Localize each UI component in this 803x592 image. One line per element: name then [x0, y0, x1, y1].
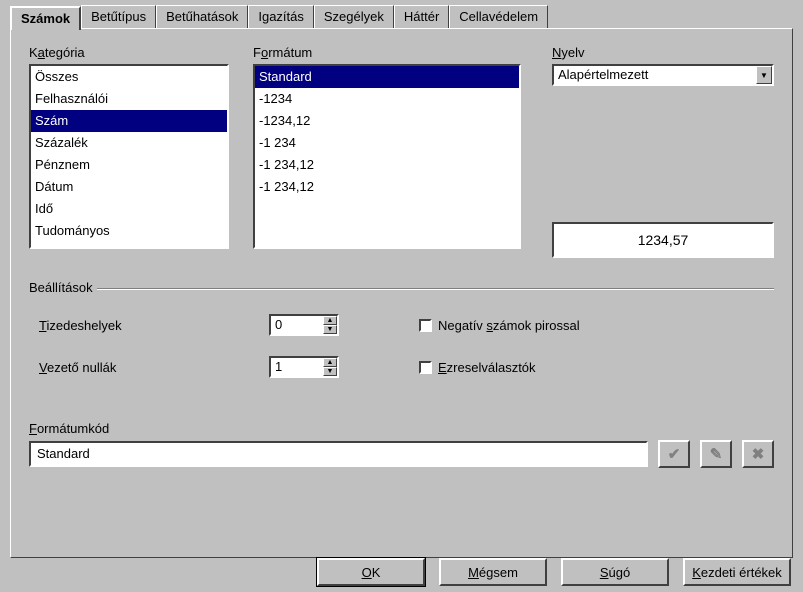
spin-down-icon[interactable]: ▼ [323, 367, 337, 376]
thousands-sep-checkbox[interactable]: Ezreselválasztók [419, 360, 536, 375]
note-icon: ✎ [710, 445, 723, 463]
tab-label: Betűtípus [91, 9, 146, 24]
language-label: Nyelv [552, 45, 774, 60]
options-fieldset: Beállítások Tizedeshelyek 0 ▲ ▼ [29, 280, 774, 403]
cancel-button[interactable]: Mégsem [439, 558, 547, 586]
tab-font-effects[interactable]: Betűhatások [156, 5, 248, 29]
tab-alignment[interactable]: Igazítás [248, 5, 314, 29]
tab-protection[interactable]: Cellavédelem [449, 5, 548, 29]
leading-zeros-value: 1 [271, 358, 323, 376]
list-item[interactable]: Százalék [31, 132, 227, 154]
language-combo[interactable]: Alapértelmezett ▼ [552, 64, 774, 86]
language-column: Nyelv Alapértelmezett ▼ 1234,57 [552, 45, 774, 258]
format-column: Formátum Standard-1234-1234,12-1 234-1 2… [253, 45, 521, 258]
spin-down-icon[interactable]: ▼ [323, 325, 337, 334]
tab-background[interactable]: Háttér [394, 5, 449, 29]
list-item[interactable]: Felhasználói [31, 88, 227, 110]
top-row: Kategória ÖsszesFelhasználóiSzámSzázalék… [29, 45, 774, 258]
category-label: Kategória [29, 45, 229, 60]
tab-numbers[interactable]: Számok [10, 6, 81, 30]
format-code-input[interactable]: Standard [29, 441, 648, 467]
checkbox-icon [419, 361, 432, 374]
tab-panel-numbers: Kategória ÖsszesFelhasználóiSzámSzázalék… [10, 28, 793, 558]
tab-label: Igazítás [258, 9, 304, 24]
decimals-label: Tizedeshelyek [39, 318, 269, 333]
ok-button[interactable]: OK [317, 558, 425, 586]
cell-format-dialog: Számok Betűtípus Betűhatások Igazítás Sz… [0, 0, 803, 592]
list-item[interactable]: Pénznem [31, 154, 227, 176]
format-code-label: Formátumkód [29, 421, 774, 436]
format-listbox[interactable]: Standard-1234-1234,12-1 234-1 234,12-1 2… [253, 64, 521, 249]
check-icon: ✔ [668, 445, 681, 463]
preview-box: 1234,57 [552, 222, 774, 258]
leading-zeros-label: Vezető nullák [39, 360, 269, 375]
list-item[interactable]: Standard [255, 66, 519, 88]
options-heading: Beállítások [29, 280, 97, 295]
language-value: Alapértelmezett [554, 66, 756, 84]
tab-label: Cellavédelem [459, 9, 538, 24]
thousands-sep-label: Ezreselválasztók [438, 360, 536, 375]
x-icon: ✖ [752, 445, 765, 463]
category-listbox[interactable]: ÖsszesFelhasználóiSzámSzázalékPénznemDát… [29, 64, 229, 249]
leading-zeros-spinbox[interactable]: 1 ▲ ▼ [269, 356, 339, 378]
tab-label: Szegélyek [324, 9, 384, 24]
tab-bar: Számok Betűtípus Betűhatások Igazítás Sz… [0, 0, 803, 28]
spin-up-icon[interactable]: ▲ [323, 358, 337, 367]
decimals-spinbox[interactable]: 0 ▲ ▼ [269, 314, 339, 336]
remove-format-button[interactable]: ✖ [742, 440, 774, 468]
tab-borders[interactable]: Szegélyek [314, 5, 394, 29]
list-item[interactable]: -1 234 [255, 132, 519, 154]
tab-label: Számok [21, 11, 70, 26]
preview-value: 1234,57 [638, 232, 689, 248]
list-item[interactable]: -1 234,12 [255, 176, 519, 198]
decimals-value: 0 [271, 316, 323, 334]
tab-label: Háttér [404, 9, 439, 24]
format-label: Formátum [253, 45, 521, 60]
spin-up-icon[interactable]: ▲ [323, 316, 337, 325]
edit-comment-button[interactable]: ✎ [700, 440, 732, 468]
list-item[interactable]: Összes [31, 66, 227, 88]
format-code-value: Standard [37, 446, 90, 461]
list-item[interactable]: Tudományos [31, 220, 227, 242]
negative-red-label: Negatív számok pirossal [438, 318, 580, 333]
category-column: Kategória ÖsszesFelhasználóiSzámSzázalék… [29, 45, 229, 258]
chevron-down-icon[interactable]: ▼ [756, 66, 772, 84]
checkbox-icon [419, 319, 432, 332]
tab-font[interactable]: Betűtípus [81, 5, 156, 29]
list-item[interactable]: Idő [31, 198, 227, 220]
list-item[interactable]: -1 234,12 [255, 154, 519, 176]
list-item[interactable]: -1234,12 [255, 110, 519, 132]
help-button[interactable]: Súgó [561, 558, 669, 586]
negative-red-checkbox[interactable]: Negatív számok pirossal [419, 318, 580, 333]
apply-format-button[interactable]: ✔ [658, 440, 690, 468]
reset-button[interactable]: Kezdeti értékek [683, 558, 791, 586]
list-item[interactable]: Dátum [31, 176, 227, 198]
tab-label: Betűhatások [166, 9, 238, 24]
list-item[interactable]: Szám [31, 110, 227, 132]
list-item[interactable]: -1234 [255, 88, 519, 110]
dialog-buttons: OK Mégsem Súgó Kezdeti értékek [317, 558, 791, 586]
